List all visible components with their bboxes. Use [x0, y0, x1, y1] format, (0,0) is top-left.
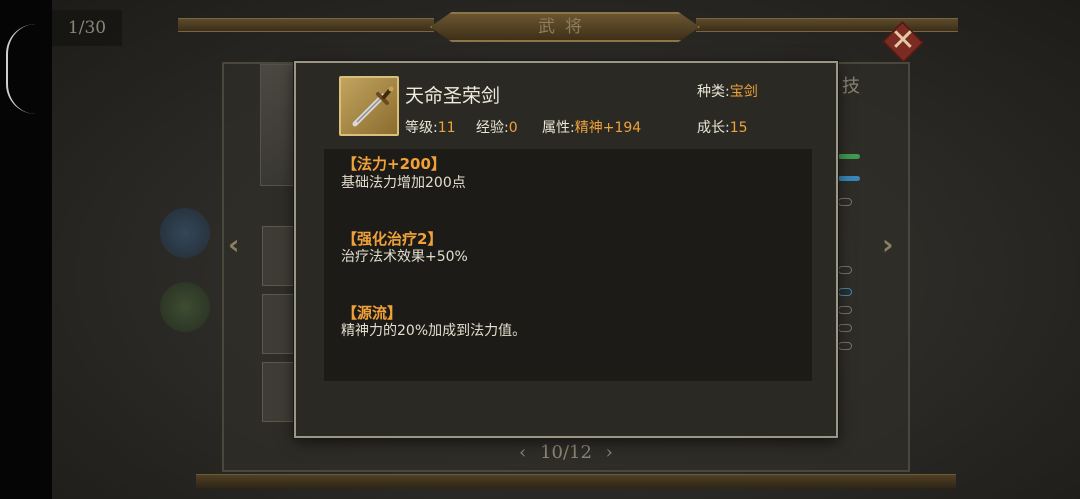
- hero-avatar-left[interactable]: [160, 208, 210, 258]
- stat-pip: [838, 342, 852, 350]
- device-edge: [0, 0, 52, 499]
- item-detail-popup[interactable]: 天命圣荣剑 种类:宝剑 等级:11 经验:0 属性:精神+194 成长:15 【…: [294, 61, 838, 438]
- growth-label: 成长:: [697, 120, 730, 136]
- title-bar-left-ornament: [178, 18, 434, 32]
- skill-description-box: 【法力+200】 基础法力增加200点 【强化治疗2】 治疗法术效果+50% 【…: [324, 149, 812, 381]
- skill-desc: 精神力的20%加成到法力值。: [341, 323, 527, 339]
- item-level: 等级:11: [405, 117, 456, 137]
- item-type-value: 宝剑: [729, 84, 758, 100]
- tab-skills[interactable]: 技: [842, 72, 868, 97]
- attr-value: 精神+194: [574, 120, 642, 136]
- sword-icon: [339, 76, 399, 136]
- stat-pip: [838, 324, 852, 332]
- page-number: 10/12: [540, 442, 592, 463]
- stat-pip: [838, 266, 852, 274]
- exp-label: 经验:: [476, 120, 509, 136]
- stat-pip: [838, 288, 852, 296]
- skill-title: 【法力+200】: [342, 155, 446, 173]
- stat-bar-green: [838, 154, 860, 159]
- exp-value: 0: [508, 120, 518, 136]
- window-title: 武将: [430, 12, 700, 42]
- stat-pip: [838, 306, 852, 314]
- skill-desc: 治疗法术效果+50%: [341, 249, 468, 265]
- skill-desc: 基础法力增加200点: [341, 175, 466, 191]
- hero-counter: 1/30: [52, 10, 122, 46]
- stat-pip: [838, 198, 852, 206]
- level-value: 11: [437, 120, 456, 136]
- stat-bar-blue: [838, 176, 860, 181]
- close-icon[interactable]: ✕: [884, 22, 922, 60]
- bottom-ornament-bar: [196, 474, 956, 488]
- item-attribute: 属性:精神+194: [542, 117, 641, 137]
- device-edge-curve: [6, 24, 36, 114]
- hero-portrait: [260, 64, 298, 186]
- item-growth: 成长:15: [697, 117, 748, 137]
- prev-page-arrow[interactable]: ‹: [519, 442, 526, 463]
- item-name: 天命圣荣剑: [405, 85, 501, 107]
- item-avatar-left[interactable]: [160, 282, 210, 332]
- next-hero-arrow[interactable]: ›: [882, 228, 894, 261]
- item-type-label: 种类:: [697, 84, 730, 100]
- level-label: 等级:: [405, 120, 438, 136]
- item-exp: 经验:0: [476, 117, 518, 137]
- attr-label: 属性:: [542, 120, 575, 136]
- growth-value: 15: [729, 120, 748, 136]
- item-type: 种类:宝剑: [697, 81, 758, 101]
- prev-hero-arrow[interactable]: ‹: [228, 228, 240, 261]
- next-page-arrow[interactable]: ›: [606, 442, 613, 463]
- page-indicator: ‹ 10/12 ›: [508, 438, 624, 468]
